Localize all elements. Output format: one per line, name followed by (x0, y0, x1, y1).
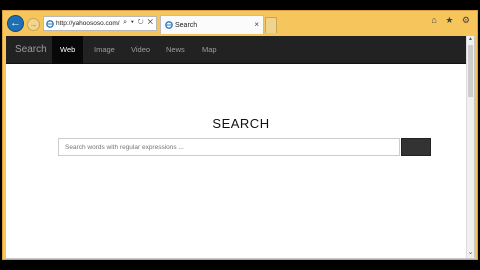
nav-item-map[interactable]: Map (194, 36, 225, 64)
forward-arrow-icon[interactable]: → (27, 18, 40, 31)
address-url[interactable]: http://yahoososo.com/ (56, 20, 120, 27)
nav-item-video[interactable]: Video (123, 36, 158, 64)
browser-window: ← → http://yahoososo.com/ ⌕ ▾ ↻ ✕ Search… (2, 10, 478, 260)
ie-page-icon (165, 21, 173, 29)
search-button[interactable] (401, 138, 431, 156)
address-bar[interactable]: http://yahoososo.com/ ⌕ ▾ ↻ ✕ (43, 16, 157, 31)
new-tab-button[interactable] (265, 17, 277, 33)
site-brand[interactable]: Search (15, 44, 47, 55)
scroll-down-icon[interactable]: ⌄ (467, 248, 474, 258)
scrollbar[interactable]: ▲ ⌄ (466, 36, 474, 258)
page-content: Search Web Image Video News Map SEARCH ▲… (5, 35, 475, 259)
close-icon[interactable]: × (254, 20, 259, 29)
browser-command-icons[interactable]: ⌂ ★ ⚙ (431, 15, 473, 26)
tab-title: Search (175, 22, 198, 29)
browser-toolbar: ← → http://yahoososo.com/ ⌕ ▾ ↻ ✕ Search… (3, 11, 477, 34)
back-arrow-icon[interactable]: ← (7, 15, 24, 32)
nav-item-web[interactable]: Web (52, 36, 84, 64)
tab-search[interactable]: Search × (160, 15, 264, 34)
search-input[interactable] (58, 138, 400, 156)
scroll-up-icon[interactable]: ▲ (467, 36, 474, 44)
scroll-thumb[interactable] (468, 45, 473, 97)
nav-item-image[interactable]: Image (86, 36, 123, 64)
nav-item-news[interactable]: News (158, 36, 193, 64)
page-title: SEARCH (212, 116, 270, 131)
ie-page-icon (46, 20, 54, 28)
address-tools[interactable]: ⌕ ▾ ↻ ✕ (123, 19, 154, 27)
site-navbar: Search Web Image Video News Map (6, 36, 468, 64)
